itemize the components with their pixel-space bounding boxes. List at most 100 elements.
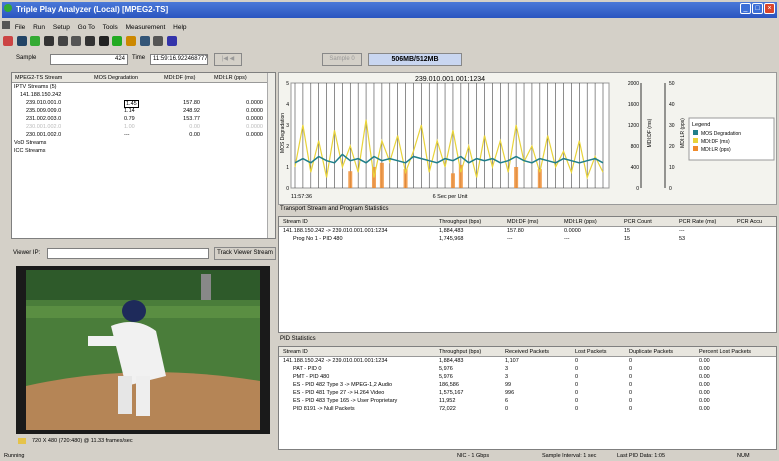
stream-name: 230.001.002.0	[26, 132, 62, 138]
pid-row[interactable]: ES - PID 481 Type 27 -> H.264 Video 1,575…	[279, 389, 776, 397]
sample-field[interactable]: 424	[50, 54, 128, 65]
stream-row[interactable]: 230.001.002.0 1.00 0.00 0.0000	[12, 123, 275, 131]
previous-sample-button[interactable]: |◀ ◀	[214, 53, 242, 66]
transport-col[interactable]: Stream ID	[283, 219, 308, 225]
chart-icon[interactable]	[167, 36, 178, 46]
legend-label: MDI:DF (ms)	[701, 139, 730, 145]
transport-col[interactable]: PCR Accu	[737, 219, 762, 225]
stream-row[interactable]: 235.009.009.0 1.14 248.92 0.0000	[12, 107, 275, 115]
y-left-tick: 2	[286, 144, 289, 150]
transport-col[interactable]: Throughput (bps)	[439, 219, 481, 225]
y-mid-tick: 800	[631, 144, 640, 150]
menu-file[interactable]: File	[15, 24, 25, 31]
pid-row[interactable]: PID 8191 -> Null Packets 72,022 0 0 0 0.00	[279, 405, 776, 413]
legend-label: MOS Degradation	[701, 131, 741, 137]
settings-icon[interactable]	[3, 36, 13, 46]
pid-col[interactable]: Stream ID	[283, 349, 308, 355]
pid-cell: 3	[505, 374, 509, 380]
pid-row[interactable]: PAT - PID 0 5,976 3 0 0 0.00	[279, 365, 776, 373]
pid-row[interactable]: PMT - PID 480 5,976 3 0 0 0.00	[279, 373, 776, 381]
pid-col[interactable]: Throughput (bps)	[439, 349, 481, 355]
col-stream[interactable]: MPEG2-TS Stream	[15, 75, 62, 81]
capture-icon[interactable]	[126, 36, 137, 46]
record-icon[interactable]	[98, 36, 109, 46]
pid-cell: 0.00	[699, 390, 710, 396]
menu-help[interactable]: Help	[173, 24, 186, 31]
pid-cell: 72,022	[439, 406, 456, 412]
table-icon[interactable]	[153, 36, 164, 46]
pid-panel: PID Statistics Stream ID Throughput (bps)…	[278, 336, 777, 452]
next-sample-button[interactable]: Sample 0	[322, 53, 362, 66]
track-viewer-button[interactable]: Track Viewer Stream	[214, 247, 276, 260]
stream-name: 230.001.002.0	[26, 124, 62, 130]
viewer-ip-input[interactable]	[47, 248, 209, 259]
close-button[interactable]: ×	[764, 3, 775, 14]
menu-tools[interactable]: Tools	[103, 24, 118, 31]
transport-table: Stream ID Throughput (bps) MDI:DF (ms) MDI:…	[278, 216, 777, 333]
stream-row[interactable]: IPTV Streams (5)	[12, 83, 275, 91]
pid-cell: 0	[575, 366, 579, 372]
run-icon[interactable]	[16, 36, 27, 46]
pid-col[interactable]: Received Packets	[505, 349, 549, 355]
lr-bar	[450, 173, 455, 188]
filter-icon[interactable]	[71, 36, 82, 46]
transport-col[interactable]: MDI:LR (pps)	[564, 219, 597, 225]
stream-icon[interactable]	[44, 36, 55, 46]
status-running: Running	[4, 453, 25, 459]
minimize-button[interactable]: _	[740, 3, 751, 14]
multi-icon[interactable]	[57, 36, 68, 46]
transport-col[interactable]: MDI:DF (ms)	[507, 219, 538, 225]
pid-cell: PMT - PID 480	[293, 374, 330, 380]
stream-df: 153.77	[183, 116, 200, 122]
stream-mos: 1.14	[124, 108, 135, 114]
lr-bar	[379, 162, 384, 188]
pid-cell: 0	[575, 398, 579, 404]
pid-col[interactable]: Duplicate Packets	[629, 349, 673, 355]
transport-row[interactable]: Prog No 1 - PID 480 1,745,968 --- --- 15 53	[279, 235, 776, 243]
y-right-tick: 0	[669, 186, 672, 192]
start-icon[interactable]	[30, 36, 41, 46]
pid-cell: 3	[505, 366, 509, 372]
y-left-tick: 5	[286, 81, 289, 87]
stream-row[interactable]: 239.010.001.0 1.45 157.80 0.0000	[12, 99, 275, 108]
transport-cell: 0.0000	[564, 228, 581, 234]
pid-row[interactable]: ES - PID 483 Type 165 -> User Proprietar…	[279, 397, 776, 405]
stream-row[interactable]: 231.002.003.0 0.79 153.77 0.0000	[12, 115, 275, 123]
lr-bar	[514, 167, 519, 188]
y-mid-tick: 1600	[628, 102, 639, 108]
pid-col[interactable]: Lost Packets	[575, 349, 607, 355]
pid-row[interactable]: ES - PID 482 Type 3 -> MPEG-1,2 Audio 186…	[279, 381, 776, 389]
stream-row[interactable]: VoD Streams	[12, 139, 275, 147]
y-right-tick: 40	[669, 102, 675, 108]
pid-row[interactable]: 141.188.150.242 -> 239.010.001.001:1234 1…	[279, 357, 776, 365]
transport-col[interactable]: PCR Count	[624, 219, 652, 225]
legend-swatch	[693, 138, 698, 143]
pid-cell: 0.00	[699, 358, 710, 364]
time-field[interactable]: 11:59:16.922468777	[150, 54, 208, 65]
menu-run[interactable]: Run	[33, 24, 45, 31]
stream-row[interactable]: ICC Streams	[12, 147, 275, 155]
legend-label: MDI:LR (pps)	[701, 147, 731, 153]
menu-measurement[interactable]: Measurement	[126, 24, 166, 31]
toolbar	[2, 33, 777, 51]
transport-row[interactable]: 141.188.150.242 -> 239.010.001.001:1234 1…	[279, 227, 776, 235]
status-interval: Sample Interval: 1 sec	[542, 453, 597, 459]
pid-cell: 0	[629, 358, 633, 364]
transport-cell: ---	[507, 236, 513, 242]
grid-icon[interactable]	[85, 36, 96, 46]
pid-col[interactable]: Percent Lost Packets	[699, 349, 751, 355]
col-df[interactable]: MDI:DF (ms)	[164, 75, 195, 81]
stream-row[interactable]: 230.001.002.0 --- 0.00 0.0000	[12, 131, 275, 139]
stream-table-scrollbar[interactable]	[267, 73, 275, 238]
menu-setup[interactable]: Setup	[53, 24, 70, 31]
menu-goto[interactable]: Go To	[78, 24, 95, 31]
y-mid-tick: 1200	[628, 123, 639, 129]
transport-col[interactable]: PCR Rate (ms)	[679, 219, 716, 225]
network-icon[interactable]	[112, 36, 123, 46]
maximize-button[interactable]: □	[752, 3, 763, 14]
stream-row[interactable]: 141.188.150.242	[12, 91, 275, 99]
analyze-icon[interactable]	[139, 36, 150, 46]
col-mos[interactable]: MOS Degradation	[94, 75, 138, 81]
pid-cell: 141.188.150.242 -> 239.010.001.001:1234	[283, 358, 388, 364]
col-lr[interactable]: MDI:LR (pps)	[214, 75, 247, 81]
